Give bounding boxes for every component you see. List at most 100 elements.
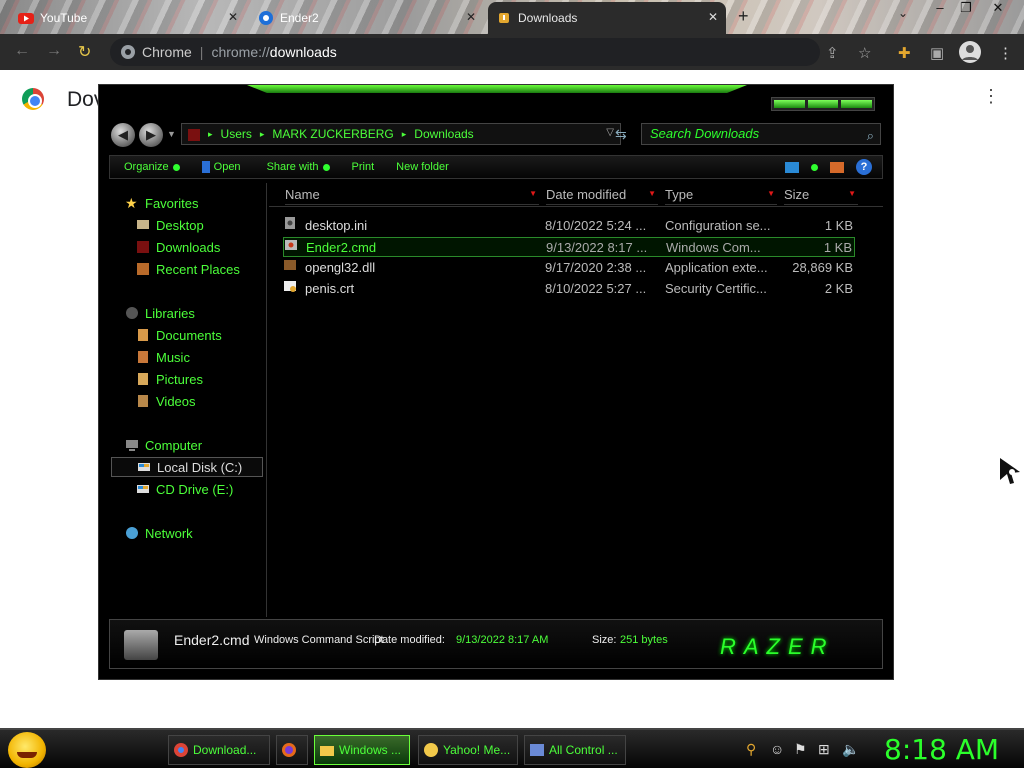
dropdown-dot-icon[interactable] — [811, 163, 818, 171]
file-row[interactable]: penis.crt 8/10/2022 5:27 ... Security Ce… — [283, 279, 855, 299]
share-with-button[interactable]: Share with — [267, 161, 330, 173]
share-icon[interactable]: ⇪ — [826, 44, 839, 62]
nav-downloads[interactable]: Downloads — [136, 237, 220, 257]
nav-documents[interactable]: Documents — [136, 325, 222, 345]
nav-favorites[interactable]: ★ Favorites — [125, 193, 198, 213]
chevron-down-icon[interactable]: ▽ — [606, 127, 614, 138]
minimize-button[interactable]: – — [926, 0, 954, 15]
menu-kebab-icon[interactable]: ⋮ — [998, 44, 1013, 62]
site-favicon-icon — [259, 11, 273, 25]
explorer-window: ◀ ▶ ▼ ▸ Users ▸ MARK ZUCKERBERG ▸ Downlo… — [98, 84, 894, 680]
nav-desktop[interactable]: Desktop — [136, 215, 204, 235]
nav-cd-drive[interactable]: CD Drive (E:) — [136, 479, 233, 499]
action-center-icon[interactable]: ⚑ — [794, 741, 807, 758]
print-label: Print — [351, 161, 375, 173]
start-button[interactable] — [8, 732, 46, 768]
refresh-icon[interactable]: ⇆ — [615, 126, 627, 143]
file-row[interactable]: opengl32.dll 9/17/2020 2:38 ... Applicat… — [283, 258, 855, 278]
clock[interactable]: 8:18 AM — [884, 733, 999, 766]
taskbar-item-firefox[interactable] — [276, 735, 308, 765]
nav-music[interactable]: Music — [136, 347, 190, 367]
open-label: Open — [213, 161, 241, 173]
close-tab-icon[interactable]: ✕ — [466, 10, 476, 24]
nav-computer[interactable]: Computer — [125, 435, 202, 455]
nav-label: CD Drive (E:) — [156, 481, 234, 497]
file-date: 9/13/2022 8:17 ... — [546, 240, 648, 255]
nav-network[interactable]: Network — [125, 523, 193, 543]
network-tray-icon[interactable]: ⊞ — [818, 741, 830, 758]
network-icon — [126, 527, 138, 539]
nav-recent-places[interactable]: Recent Places — [136, 259, 240, 279]
open-button[interactable]: Open — [201, 161, 241, 173]
taskbar-item-yahoo[interactable]: Yahoo! Me... — [418, 735, 518, 765]
messenger-tray-icon[interactable]: ☺ — [770, 741, 784, 757]
tab-youtube[interactable]: YouTube ✕ — [10, 2, 246, 34]
breadcrumb-user[interactable]: MARK ZUCKERBERG — [272, 127, 393, 141]
back-arrow-icon[interactable]: ← — [14, 42, 30, 60]
forward-arrow-icon[interactable]: → — [46, 42, 62, 60]
address-bar[interactable]: Chrome | chrome://downloads — [110, 38, 820, 66]
youtube-icon — [18, 13, 34, 24]
help-icon[interactable]: ? — [856, 159, 872, 175]
file-type: Security Certific... — [665, 281, 767, 296]
breadcrumb-downloads[interactable]: Downloads — [414, 127, 473, 141]
minimize-button[interactable] — [774, 100, 805, 108]
taskbar-item-windows-explorer[interactable]: Windows ... — [314, 735, 410, 765]
extensions-icon[interactable]: ✚ — [898, 44, 911, 62]
file-name: opengl32.dll — [305, 260, 376, 275]
search-icon[interactable]: ⌕ — [867, 126, 874, 146]
file-type: Windows Com... — [666, 240, 761, 255]
file-name: desktop.ini — [305, 218, 368, 233]
documents-icon — [138, 329, 148, 341]
forward-button[interactable]: ▶ — [139, 123, 163, 147]
close-button[interactable] — [841, 100, 873, 108]
back-button[interactable]: ◀ — [111, 123, 135, 147]
column-date-modified[interactable]: Date modified ▼ — [546, 187, 658, 205]
breadcrumb-users[interactable]: Users — [221, 127, 252, 141]
nav-label: Downloads — [156, 239, 221, 255]
print-button[interactable]: Print — [352, 161, 375, 173]
taskbar-item-control-panel[interactable]: All Control ... — [524, 735, 626, 765]
view-options-icon[interactable] — [785, 161, 799, 173]
restore-button[interactable]: ❐ — [952, 0, 980, 16]
column-type[interactable]: Type ▼ — [665, 187, 777, 205]
share-label: Share with — [266, 161, 319, 173]
page-menu-icon[interactable]: ⋮ — [982, 86, 1000, 107]
close-tab-icon[interactable]: ✕ — [708, 10, 718, 24]
column-name[interactable]: Name ▼ — [285, 187, 539, 205]
taskbar: Download... Windows ... Yahoo! Me... All… — [0, 728, 1024, 768]
close-window-button[interactable]: ✕ — [984, 0, 1012, 16]
breadcrumb[interactable]: ▸ Users ▸ MARK ZUCKERBERG ▸ Downloads ▽ — [181, 123, 621, 145]
nav-label: Music — [156, 349, 190, 365]
new-tab-button[interactable]: + — [738, 6, 749, 27]
column-size[interactable]: Size ▼ — [784, 187, 858, 205]
side-panel-icon[interactable]: ▣ — [930, 44, 944, 62]
recent-pages-icon[interactable]: ▼ — [167, 129, 176, 139]
search-icon[interactable]: ⚲ — [746, 741, 756, 758]
file-row[interactable]: desktop.ini 8/10/2022 5:24 ... Configura… — [283, 216, 855, 236]
computer-icon — [126, 440, 138, 451]
tab-search-icon[interactable]: ⌄ — [898, 6, 908, 20]
nav-pictures[interactable]: Pictures — [136, 369, 203, 389]
view-controls: ? — [785, 159, 872, 175]
reload-icon[interactable]: ↻ — [78, 42, 91, 62]
command-bar: Organize Open Share with Print New folde… — [109, 155, 883, 179]
file-row-selected[interactable]: Ender2.cmd 9/13/2022 8:17 ... Windows Co… — [283, 237, 855, 257]
profile-avatar[interactable] — [958, 40, 982, 64]
bookmark-star-icon[interactable]: ☆ — [858, 44, 871, 62]
close-tab-icon[interactable]: ✕ — [228, 10, 238, 24]
nav-libraries[interactable]: Libraries — [125, 303, 195, 323]
preview-pane-icon[interactable] — [830, 161, 844, 173]
nav-local-disk[interactable]: Local Disk (C:) — [111, 457, 263, 477]
volume-icon[interactable]: 🔈 — [842, 741, 859, 758]
taskbar-item-downloads[interactable]: Download... — [168, 735, 270, 765]
tab-ender2[interactable]: Ender2 ✕ — [250, 2, 484, 34]
taskbar-label: All Control ... — [549, 743, 618, 757]
tab-downloads[interactable]: Downloads ✕ — [488, 2, 726, 34]
organize-button[interactable]: Organize — [124, 161, 180, 173]
nav-videos[interactable]: Videos — [136, 391, 196, 411]
search-input[interactable]: Search Downloads ⌕ — [641, 123, 881, 145]
maximize-button[interactable] — [807, 100, 839, 108]
window-controls[interactable] — [771, 97, 875, 111]
new-folder-button[interactable]: New folder — [396, 161, 449, 173]
